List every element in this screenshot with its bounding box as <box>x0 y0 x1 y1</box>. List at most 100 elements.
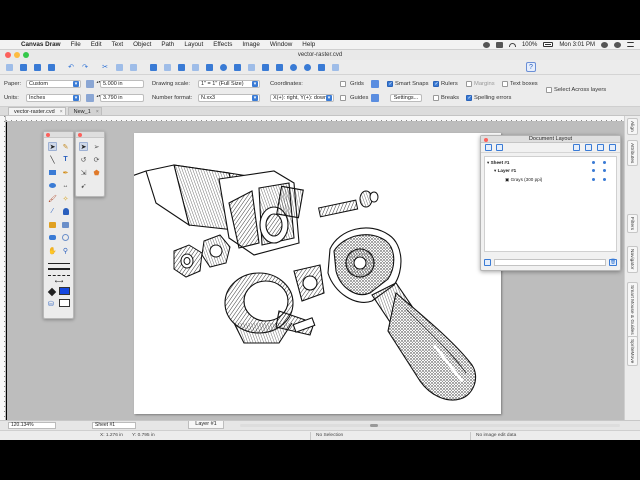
close-secondary-toolbox-icon[interactable] <box>78 133 82 137</box>
smudge-tool[interactable] <box>48 233 57 242</box>
side-tab-navigator[interactable]: Navigator <box>627 246 638 273</box>
wand-tool[interactable]: ✧ <box>61 194 70 203</box>
pen-color-icon[interactable] <box>47 287 57 297</box>
line-style-dashed[interactable] <box>48 275 70 276</box>
menu-object[interactable]: Object <box>128 41 156 48</box>
wifi-icon[interactable] <box>508 42 516 47</box>
number-format-select[interactable]: N.xx3 <box>198 94 260 102</box>
help-button[interactable]: ? <box>526 62 536 72</box>
find-icon[interactable] <box>484 259 491 266</box>
paint-bucket-tool[interactable] <box>48 220 57 229</box>
send-back-button[interactable] <box>190 62 200 72</box>
lock-button[interactable] <box>274 62 284 72</box>
group-button[interactable] <box>148 62 158 72</box>
object-lock-dot[interactable] <box>603 178 606 181</box>
horizontal-scrollbar[interactable] <box>240 424 620 427</box>
color-layer-icon[interactable] <box>609 144 616 151</box>
redo-button[interactable]: ↷ <box>80 62 90 72</box>
cut-button[interactable]: ✂ <box>100 62 110 72</box>
menu-layout[interactable]: Layout <box>179 41 208 48</box>
new-layer-icon[interactable] <box>496 144 503 151</box>
grids-settings-icon[interactable] <box>371 80 379 88</box>
notification-center-icon[interactable] <box>627 42 634 47</box>
lasso-tool[interactable]: ↺ <box>79 155 88 164</box>
side-tab-spritemove[interactable]: SpriteMove <box>627 336 638 367</box>
height-field[interactable]: 3.790 in <box>100 94 144 102</box>
zoom-in-button[interactable] <box>288 62 298 72</box>
coordinates-select[interactable]: X(+): right, Y(+): down <box>270 94 334 102</box>
ungroup-button[interactable] <box>162 62 172 72</box>
menu-image[interactable]: Image <box>237 41 265 48</box>
tree-row-sheet[interactable]: ▾ Sheet #1 <box>487 160 510 166</box>
image-button[interactable] <box>330 62 340 72</box>
line-weight-medium[interactable] <box>48 268 70 270</box>
menu-file[interactable]: File <box>66 41 86 48</box>
rotate-object-tool[interactable]: ⟳ <box>92 155 101 164</box>
layer-tab[interactable]: Layer #1 <box>188 421 224 429</box>
menu-effects[interactable]: Effects <box>208 41 237 48</box>
ratchet-wrench-illustration[interactable] <box>134 133 501 414</box>
select-across-layers-checkbox[interactable] <box>546 87 552 93</box>
brush-tool[interactable]: 🖌 <box>48 194 57 203</box>
scale-tool[interactable]: ⇲ <box>79 168 88 177</box>
menu-app-name[interactable]: Canvas Draw <box>16 41 66 48</box>
minimize-window-button[interactable] <box>14 52 20 58</box>
side-tab-smart-mouse[interactable]: Smart Mouse & Guides <box>627 282 638 338</box>
side-tab-filters[interactable]: Filters <box>627 214 638 234</box>
pen-color-swatch[interactable] <box>59 287 70 295</box>
drawing-page[interactable] <box>134 133 501 414</box>
distribute-button[interactable] <box>246 62 256 72</box>
menu-path[interactable]: Path <box>156 41 179 48</box>
drawing-scale-select[interactable]: 1" = 1" (Full Size) <box>198 80 260 88</box>
undo-button[interactable]: ↶ <box>66 62 76 72</box>
close-toolbox-icon[interactable] <box>46 133 50 137</box>
scrollbar-thumb[interactable] <box>370 424 378 427</box>
align-button[interactable] <box>232 62 242 72</box>
grids-checkbox[interactable] <box>340 81 346 87</box>
reshape-tool[interactable]: ➹ <box>79 181 88 190</box>
battery-icon[interactable] <box>543 42 554 47</box>
zoom-out-button[interactable] <box>302 62 312 72</box>
save-button[interactable] <box>32 62 42 72</box>
layer-lock-dot[interactable] <box>603 169 606 172</box>
zoom-level-field[interactable]: 120.134% <box>8 422 56 429</box>
pen-tool[interactable]: ✒ <box>61 168 70 177</box>
breaks-checkbox[interactable] <box>433 95 439 101</box>
close-window-button[interactable] <box>5 52 11 58</box>
side-tab-align[interactable]: Align <box>627 118 638 135</box>
new-sheet-icon[interactable] <box>485 144 492 151</box>
rulers-checkbox[interactable] <box>433 81 439 87</box>
tree-row-layer[interactable]: ▾ Layer #1 <box>494 168 516 174</box>
stamp-tool[interactable] <box>61 207 70 216</box>
zoom-window-button[interactable] <box>23 52 29 58</box>
bring-front-button[interactable] <box>176 62 186 72</box>
vertical-ruler[interactable] <box>0 116 6 420</box>
flip-button[interactable] <box>204 62 214 72</box>
open-button[interactable] <box>18 62 28 72</box>
rectangle-tool[interactable] <box>48 168 57 177</box>
copy-button[interactable] <box>114 62 124 72</box>
object-visible-dot[interactable] <box>592 178 595 181</box>
lock-layer-icon[interactable] <box>585 144 592 151</box>
rotate-tool[interactable] <box>61 233 70 242</box>
print-button[interactable] <box>46 62 56 72</box>
sheet-visible-dot[interactable] <box>592 161 595 164</box>
search-icon[interactable] <box>601 41 608 48</box>
hand-tool[interactable]: ✋ <box>48 246 57 255</box>
menu-text[interactable]: Text <box>107 41 129 48</box>
skew-tool[interactable]: ⬟ <box>92 168 101 177</box>
sheet-select[interactable]: Sheet #1 <box>92 422 136 429</box>
zoom-tool[interactable]: ⚲ <box>61 246 70 255</box>
line-tool[interactable]: ╲ <box>48 155 57 164</box>
close-tab-icon[interactable]: × <box>60 108 63 116</box>
spelling-errors-checkbox[interactable] <box>466 95 472 101</box>
print-layer-icon[interactable] <box>597 144 604 151</box>
width-field[interactable]: 5.000 in <box>100 80 144 88</box>
guides-settings-icon[interactable] <box>371 94 379 102</box>
subselect-tool[interactable]: ➢ <box>92 142 101 151</box>
smart-snaps-checkbox[interactable] <box>387 81 393 87</box>
display-icon[interactable] <box>495 41 503 48</box>
layout-search-input[interactable] <box>494 259 606 266</box>
rotate-button[interactable] <box>218 62 228 72</box>
magic-select-tool[interactable] <box>61 220 70 229</box>
